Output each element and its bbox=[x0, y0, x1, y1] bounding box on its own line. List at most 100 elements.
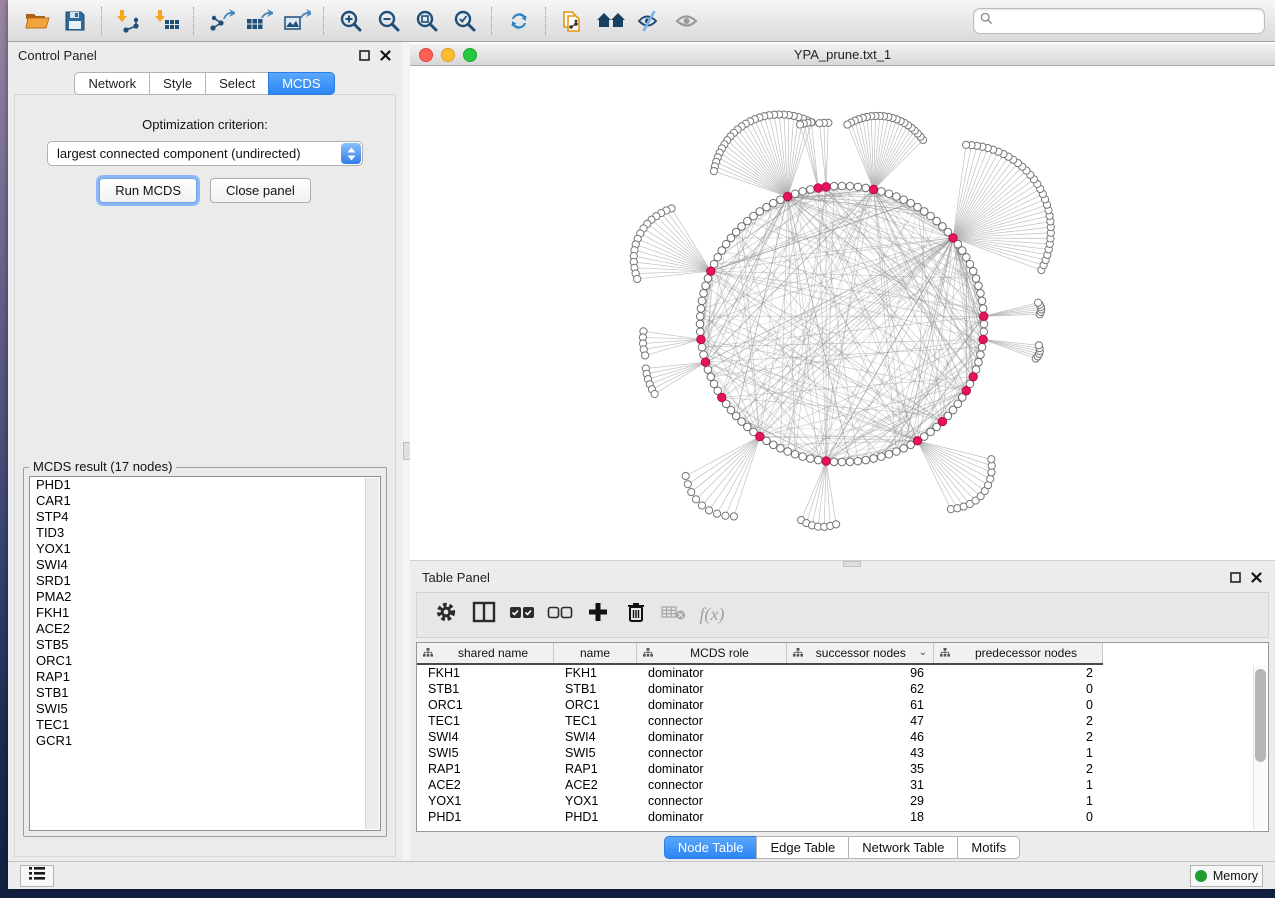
zoom-selected-button[interactable] bbox=[446, 4, 484, 38]
network-hub-node[interactable] bbox=[822, 183, 830, 191]
network-hub-node[interactable] bbox=[913, 437, 921, 445]
result-node[interactable]: STP4 bbox=[30, 509, 380, 525]
network-node[interactable] bbox=[707, 373, 715, 381]
cell-MCDS-role[interactable]: connector bbox=[637, 794, 787, 808]
table-row[interactable]: SWI5SWI5connector431 bbox=[417, 745, 1268, 761]
network-hub-node[interactable] bbox=[814, 184, 822, 192]
network-leaf-node[interactable] bbox=[651, 390, 658, 397]
cell-name[interactable]: STB1 bbox=[554, 682, 637, 696]
cell-predecessor-nodes[interactable]: 2 bbox=[934, 714, 1103, 728]
network-node[interactable] bbox=[791, 450, 799, 458]
network-leaf-node[interactable] bbox=[713, 510, 720, 517]
tab-edge-table[interactable]: Edge Table bbox=[756, 836, 849, 859]
network-node[interactable] bbox=[966, 260, 974, 268]
node-table[interactable]: shared namenameMCDS rolesuccessor nodes⌄… bbox=[416, 642, 1269, 832]
horizontal-splitter[interactable] bbox=[410, 560, 1275, 566]
network-node[interactable] bbox=[698, 343, 706, 351]
save-session-button[interactable] bbox=[56, 4, 94, 38]
network-leaf-node[interactable] bbox=[692, 496, 699, 503]
network-node[interactable] bbox=[862, 456, 870, 464]
close-window-icon[interactable] bbox=[419, 48, 433, 62]
cell-predecessor-nodes[interactable]: 1 bbox=[934, 778, 1103, 792]
export-image-button[interactable] bbox=[278, 4, 316, 38]
search-box[interactable] bbox=[973, 8, 1265, 34]
network-node[interactable] bbox=[696, 328, 704, 336]
result-node[interactable]: TEC1 bbox=[30, 717, 380, 733]
cell-MCDS-role[interactable]: dominator bbox=[637, 698, 787, 712]
network-node[interactable] bbox=[900, 445, 908, 453]
export-network-button[interactable] bbox=[202, 4, 240, 38]
zoom-in-button[interactable] bbox=[332, 4, 370, 38]
cell-name[interactable]: SWI4 bbox=[554, 730, 637, 744]
network-leaf-node[interactable] bbox=[684, 481, 691, 488]
network-leaf-node[interactable] bbox=[634, 275, 641, 282]
network-node[interactable] bbox=[807, 186, 815, 194]
tab-motifs[interactable]: Motifs bbox=[957, 836, 1020, 859]
memory-button[interactable]: Memory bbox=[1190, 865, 1263, 887]
table-row[interactable]: ORC1ORC1dominator610 bbox=[417, 697, 1268, 713]
cell-successor-nodes[interactable]: 35 bbox=[787, 762, 934, 776]
network-leaf-node[interactable] bbox=[1035, 299, 1042, 306]
network-leaf-node[interactable] bbox=[682, 472, 689, 479]
network-leaf-node[interactable] bbox=[987, 475, 994, 482]
cell-MCDS-role[interactable]: connector bbox=[637, 778, 787, 792]
network-node[interactable] bbox=[698, 297, 706, 305]
result-node[interactable]: YOX1 bbox=[30, 541, 380, 557]
network-hub-node[interactable] bbox=[701, 358, 709, 366]
table-row[interactable]: RAP1RAP1dominator352 bbox=[417, 761, 1268, 777]
network-node[interactable] bbox=[978, 297, 986, 305]
network-node[interactable] bbox=[838, 458, 846, 466]
network-leaf-node[interactable] bbox=[1035, 342, 1042, 349]
result-node[interactable]: STB5 bbox=[30, 637, 380, 653]
tab-style[interactable]: Style bbox=[149, 72, 206, 95]
cell-predecessor-nodes[interactable]: 2 bbox=[934, 666, 1103, 680]
network-node[interactable] bbox=[704, 366, 712, 374]
network-node[interactable] bbox=[885, 190, 893, 198]
cell-name[interactable]: PHD1 bbox=[554, 810, 637, 824]
network-node[interactable] bbox=[770, 199, 778, 207]
result-node[interactable]: TID3 bbox=[30, 525, 380, 541]
network-node[interactable] bbox=[714, 253, 722, 261]
network-leaf-node[interactable] bbox=[698, 502, 705, 509]
network-node[interactable] bbox=[814, 456, 822, 464]
table-row[interactable]: FKH1FKH1dominator962 bbox=[417, 665, 1268, 681]
cell-MCDS-role[interactable]: connector bbox=[637, 714, 787, 728]
cell-successor-nodes[interactable]: 61 bbox=[787, 698, 934, 712]
cell-successor-nodes[interactable]: 18 bbox=[787, 810, 934, 824]
network-hub-node[interactable] bbox=[949, 234, 957, 242]
network-hub-node[interactable] bbox=[783, 192, 791, 200]
result-node[interactable]: ACE2 bbox=[30, 621, 380, 637]
network-leaf-node[interactable] bbox=[730, 513, 737, 520]
column-header-name[interactable]: name bbox=[554, 643, 637, 663]
first-neighbors-button[interactable] bbox=[592, 4, 630, 38]
network-node[interactable] bbox=[977, 351, 985, 359]
network-node[interactable] bbox=[830, 182, 838, 190]
result-node[interactable]: RAP1 bbox=[30, 669, 380, 685]
close-panel-icon[interactable] bbox=[379, 49, 392, 62]
cell-name[interactable]: TEC1 bbox=[554, 714, 637, 728]
table-row[interactable]: SWI4SWI4dominator462 bbox=[417, 729, 1268, 745]
cell-name[interactable]: FKH1 bbox=[554, 666, 637, 680]
cell-shared-name[interactable]: YOX1 bbox=[417, 794, 554, 808]
network-node[interactable] bbox=[978, 343, 986, 351]
cell-successor-nodes[interactable]: 47 bbox=[787, 714, 934, 728]
import-table-button[interactable] bbox=[148, 4, 186, 38]
cell-shared-name[interactable]: RAP1 bbox=[417, 762, 554, 776]
select-all-checks-button[interactable] bbox=[505, 599, 539, 631]
cell-successor-nodes[interactable]: 29 bbox=[787, 794, 934, 808]
network-node[interactable] bbox=[977, 289, 985, 297]
cell-successor-nodes[interactable]: 46 bbox=[787, 730, 934, 744]
network-leaf-node[interactable] bbox=[844, 121, 851, 128]
clone-network-button[interactable] bbox=[554, 4, 592, 38]
network-node[interactable] bbox=[854, 457, 862, 465]
hide-selected-button[interactable] bbox=[630, 4, 668, 38]
cell-successor-nodes[interactable]: 96 bbox=[787, 666, 934, 680]
cell-name[interactable]: RAP1 bbox=[554, 762, 637, 776]
zoom-out-button[interactable] bbox=[370, 4, 408, 38]
cell-predecessor-nodes[interactable]: 0 bbox=[934, 682, 1103, 696]
table-row[interactable]: ACE2ACE2connector311 bbox=[417, 777, 1268, 793]
cell-successor-nodes[interactable]: 43 bbox=[787, 746, 934, 760]
tab-node-table[interactable]: Node Table bbox=[664, 836, 758, 859]
result-node[interactable]: ORC1 bbox=[30, 653, 380, 669]
cell-shared-name[interactable]: ORC1 bbox=[417, 698, 554, 712]
